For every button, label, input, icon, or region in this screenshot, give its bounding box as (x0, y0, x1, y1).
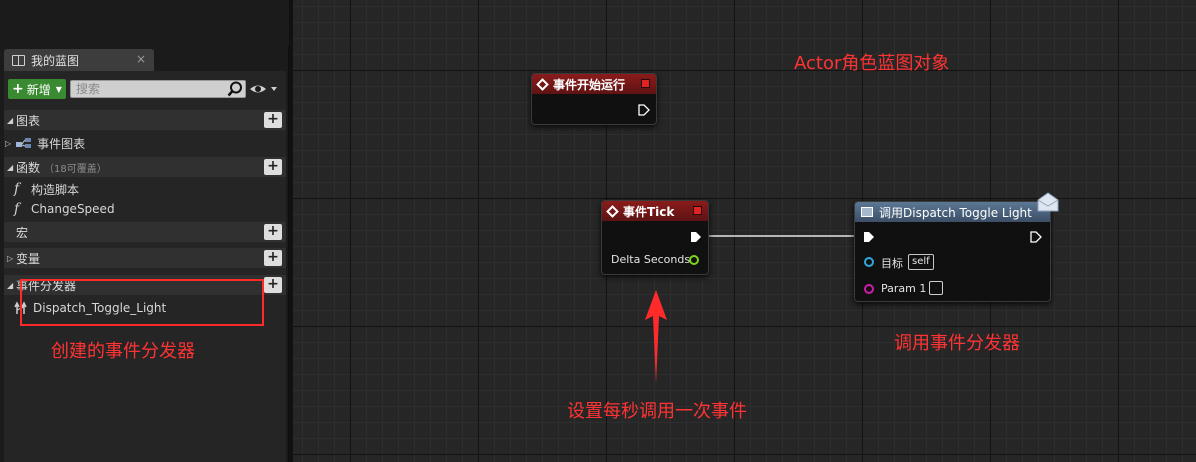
node-call-dispatch-toggle-light[interactable]: 调用Dispatch Toggle Light 目标 self Param 1 (854, 201, 1051, 302)
target-pin-icon[interactable] (863, 256, 875, 268)
delegate-pin-icon[interactable] (641, 79, 650, 88)
delta-seconds-label: Delta Seconds (611, 253, 691, 266)
delegate-pin-icon[interactable] (693, 206, 702, 215)
exec-out-pin-icon[interactable] (690, 231, 702, 243)
node-title: 事件Tick (623, 204, 675, 219)
node-header: 调用Dispatch Toggle Light (855, 202, 1050, 222)
node-header: 事件Tick (602, 201, 708, 221)
event-icon (536, 77, 549, 91)
highlight-box (20, 279, 264, 326)
annotation-call-dispatcher: 调用事件分发器 (894, 333, 1020, 354)
node-event-begin-play[interactable]: 事件开始运行 (531, 73, 657, 125)
node-header: 事件开始运行 (532, 74, 656, 94)
exec-in-pin-icon[interactable] (863, 231, 875, 243)
exec-out-pin-icon[interactable] (638, 104, 650, 116)
annotation-actor: Actor角色蓝图对象 (794, 53, 950, 74)
node-title: 事件开始运行 (553, 77, 626, 92)
param-1-label: Param 1 (881, 282, 927, 295)
annotation-tick-setting: 设置每秒调用一次事件 (567, 401, 747, 422)
target-self-value: self (908, 254, 934, 270)
param-pin-icon[interactable] (863, 283, 875, 295)
float-pin-icon[interactable] (688, 254, 700, 266)
event-icon (606, 204, 619, 218)
node-event-tick[interactable]: 事件Tick Delta Seconds (601, 200, 709, 275)
envelope-icon (1037, 192, 1059, 212)
param-1-checkbox[interactable] (929, 281, 943, 295)
exec-out-pin-icon[interactable] (1030, 231, 1042, 243)
node-title: 调用Dispatch Toggle Light (879, 205, 1032, 220)
annotation-created-dispatcher: 创建的事件分发器 (51, 341, 195, 362)
target-label: 目标 (881, 257, 903, 270)
annotation-arrow (645, 290, 667, 384)
function-call-icon (861, 207, 873, 217)
